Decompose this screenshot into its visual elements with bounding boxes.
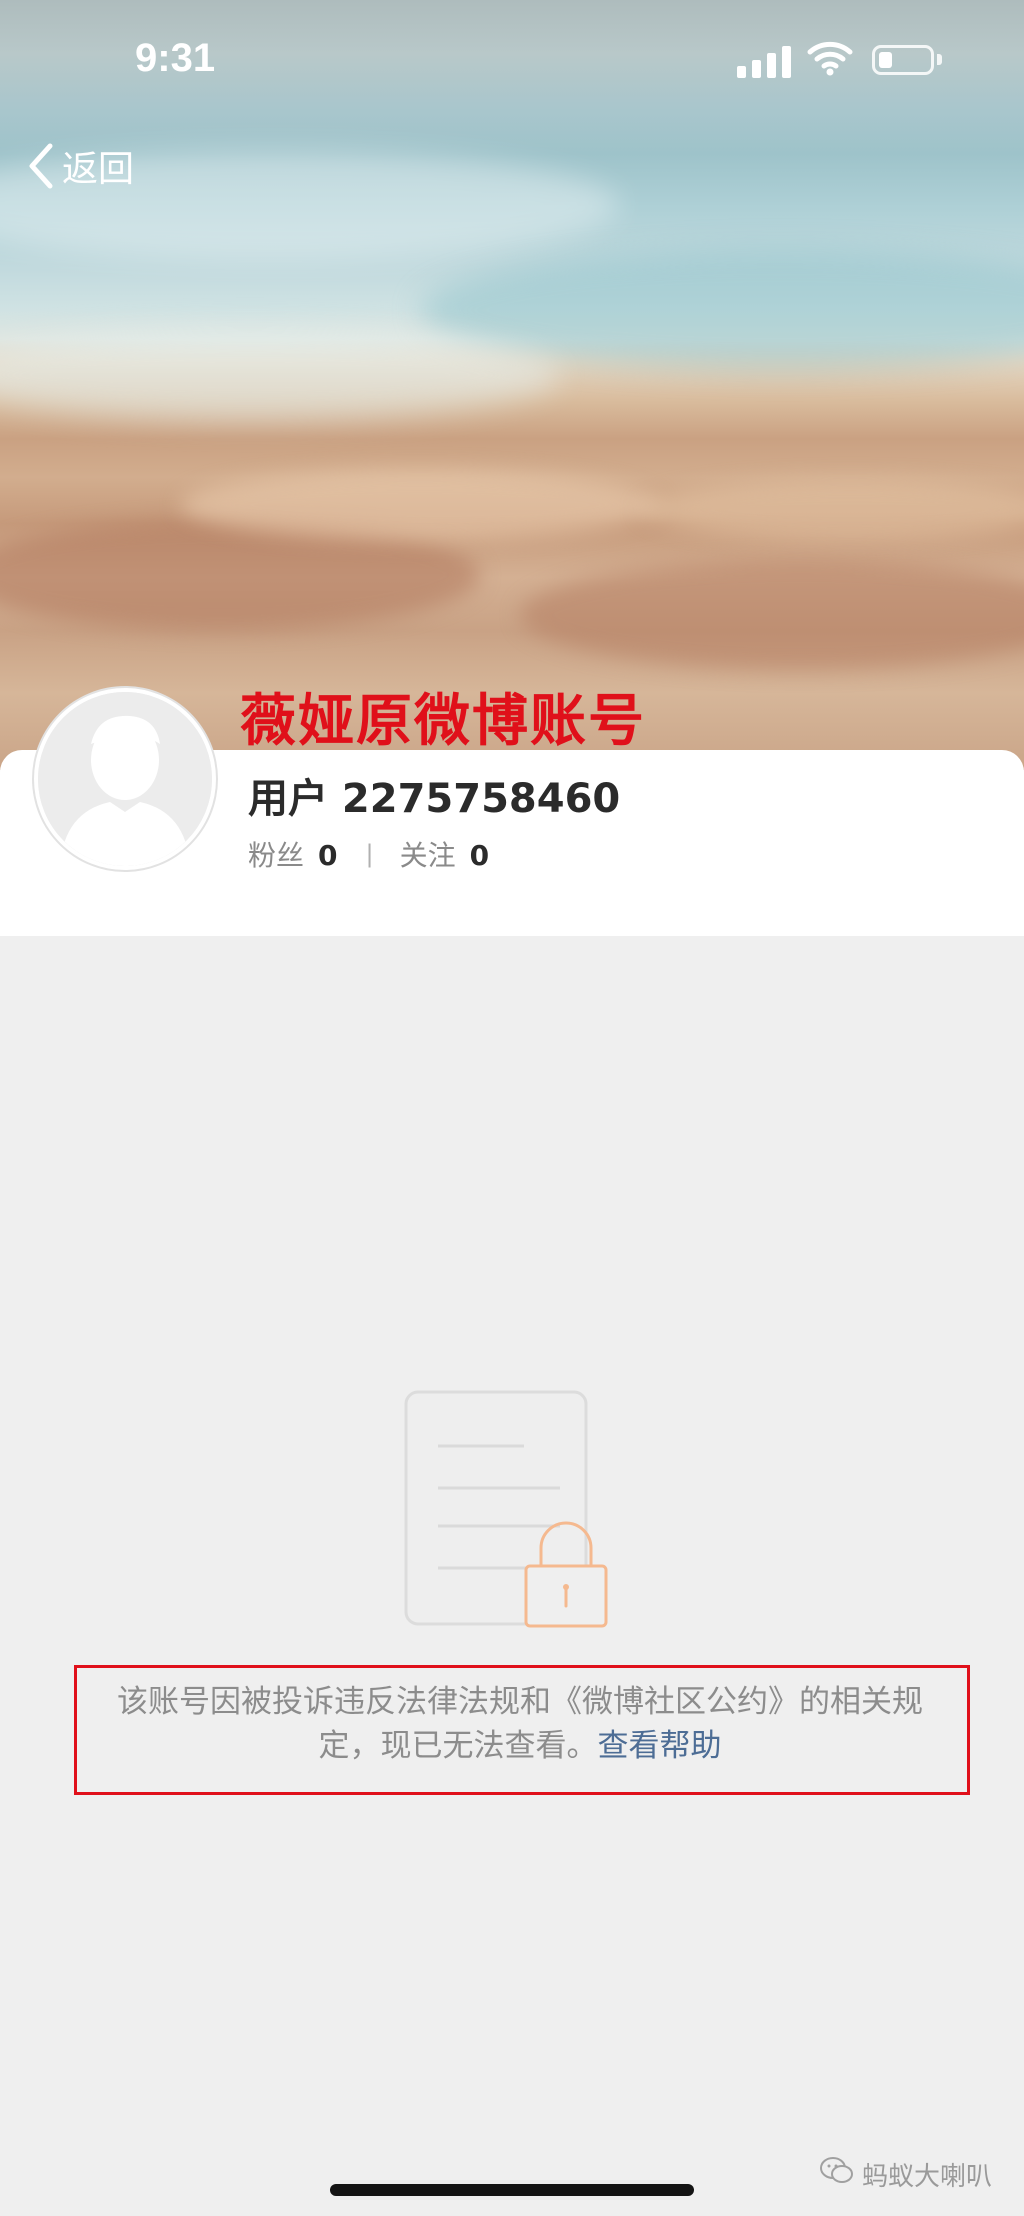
battery-icon	[872, 45, 934, 75]
username: 用户 2275758460	[248, 776, 621, 822]
stat-divider: |	[365, 840, 374, 868]
status-time: 9:31	[135, 36, 216, 80]
watermark: 蚂蚁大喇叭	[820, 2156, 992, 2193]
status-bar: 9:31	[0, 0, 1024, 120]
home-indicator[interactable]	[330, 2184, 694, 2196]
followers-label: 粉丝	[248, 839, 305, 872]
locked-document-icon	[404, 1390, 624, 1630]
wechat-icon	[820, 2157, 854, 2192]
wifi-icon	[806, 40, 854, 76]
default-avatar-icon[interactable]	[34, 688, 216, 870]
followers-stat[interactable]: 粉丝 0	[248, 834, 338, 874]
notice-body: 该账号因被投诉违反法律法规和《微博社区公约》的相关规定，现已无法查看。	[117, 1684, 923, 1764]
following-count: 0	[469, 839, 490, 872]
followers-count: 0	[318, 839, 338, 872]
profile-stats: 粉丝 0 | 关注 0	[248, 834, 489, 874]
back-label: 返回	[62, 149, 135, 190]
following-stat[interactable]: 关注 0	[400, 834, 490, 874]
cellular-signal-icon	[737, 42, 793, 78]
battery-cap	[937, 54, 942, 65]
watermark-text: 蚂蚁大喇叭	[862, 2162, 993, 2192]
notice-message: 该账号因被投诉违反法律法规和《微博社区公约》的相关规定，现已无法查看。查看帮助	[100, 1680, 940, 1768]
overlay-caption: 薇娅原微博账号	[240, 688, 646, 754]
following-label: 关注	[399, 839, 456, 872]
help-link[interactable]: 查看帮助	[598, 1728, 722, 1764]
chevron-left-icon	[26, 141, 56, 191]
back-button[interactable]: 返回	[26, 136, 134, 196]
